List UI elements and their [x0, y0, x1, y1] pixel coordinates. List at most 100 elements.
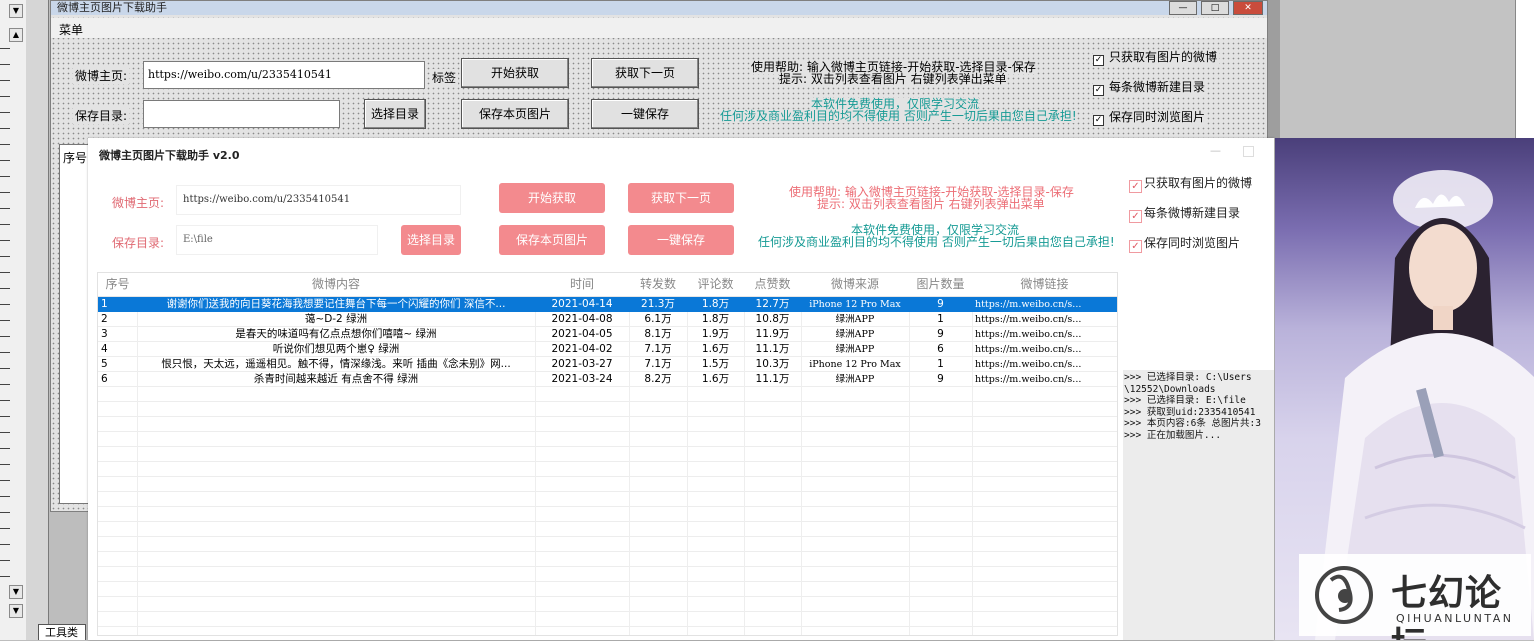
weibo-table[interactable]: 序号 微博内容 时间 转发数 评论数 点赞数 微博来源 图片数量 微博链接 1 谢谢你们送我的向日… [97, 272, 1118, 636]
old-tag-label: 标签 [430, 69, 459, 86]
log-output: >>> 已选择目录: C:\Users \12552\Downloads >>> 已… [1123, 370, 1274, 640]
table-cell: 6.1万 [644, 313, 672, 325]
check-icon: ✓ [1093, 55, 1104, 66]
checkbox-browse-while-saving[interactable]: ✓ 保存同时浏览图片 [1129, 236, 1240, 253]
ruler-tick [0, 48, 10, 49]
table-cell: 7.1万 [644, 343, 672, 355]
old-save-dir-input[interactable] [143, 100, 340, 128]
column-header[interactable]: 微博来源 [801, 273, 909, 296]
table-row[interactable]: 5 恨只恨，天太远，遥遥相见。触不得，情深缘浅。来听 插曲《念未别》网... 202… [98, 357, 1117, 372]
cb1-label: 只获取有图片的微博 [1144, 176, 1253, 190]
column-header[interactable]: 图片数量 [909, 273, 972, 296]
save-page-images-button[interactable]: 保存本页图片 [499, 225, 605, 255]
old-list-header: 序号 [63, 151, 88, 165]
column-header[interactable]: 点赞数 [744, 273, 801, 296]
home-label: 微博主页: [112, 196, 165, 210]
old-start-button[interactable]: 开始获取 [461, 58, 569, 88]
table-row[interactable]: 2 蔼~D-2 绿洲 2021-04-08 6.1万 1.8万 10.8万 绿洲APP 1 ht… [98, 312, 1117, 327]
old-select-dir-button[interactable]: 选择目录 [364, 99, 426, 129]
left-ruler-panel: ▼ ▲ ▼ ▼ [0, 0, 27, 640]
window-title: 微博主页图片下载助手 v2.0 [99, 149, 240, 162]
ruler-tick [0, 160, 10, 161]
log-line: >>> 本页内容:6条 总图片共:3 [1124, 418, 1261, 429]
table-row[interactable]: 1 谢谢你们送我的向日葵花海我想要记住舞台下每一个闪耀的你们 深信不... 2021… [98, 297, 1117, 312]
dropdown-arrow-icon-bottom[interactable]: ▼ [9, 604, 23, 618]
menu-item[interactable]: 菜单 [59, 21, 83, 38]
table-cell: 12.7万 [755, 298, 790, 310]
old-checkbox-images-only[interactable]: ✓ 只获取有图片的微博 [1093, 50, 1220, 66]
column-header[interactable]: 序号 [98, 273, 137, 296]
column-header[interactable]: 转发数 [629, 273, 687, 296]
old-checkbox-browse[interactable]: ✓ 保存同时浏览图片 [1093, 110, 1208, 126]
table-cell: 1.8万 [701, 313, 730, 325]
tab-tools[interactable]: 工具类 [38, 624, 86, 640]
checkbox-images-only[interactable]: ✓ 只获取有图片的微博 [1129, 176, 1252, 193]
table-row[interactable]: 4 听说你们想见两个崽♀ 绿洲 2021-04-02 7.1万 1.6万 11.1万 绿洲A… [98, 342, 1117, 357]
table-cell: 杀青时间越来越近 有点舍不得 绿洲 [253, 373, 419, 385]
select-dir-button[interactable]: 选择目录 [401, 225, 461, 255]
table-cell: 9 [937, 328, 944, 340]
table-cell: 1 [937, 358, 944, 370]
scroll-up-icon[interactable]: ▲ [9, 28, 23, 42]
old-save-page-button[interactable]: 保存本页图片 [461, 99, 569, 129]
old-cb1-label: 只获取有图片的微博 [1109, 50, 1218, 64]
maximize-icon[interactable]: □ [1201, 1, 1229, 15]
watermark-sub-text: QIHUANLUNTAN [1396, 612, 1514, 625]
ruler-tick [0, 240, 10, 241]
table-cell: 蔼~D-2 绿洲 [304, 313, 368, 325]
table-cell: 2021-04-08 [551, 313, 613, 325]
ruler-tick [0, 480, 10, 481]
table-cell: 是春天的味道吗有亿点点想你们嘻嘻~ 绿洲 [235, 328, 437, 340]
save-dir-input[interactable]: E:\file [176, 225, 378, 255]
old-home-input[interactable]: https://weibo.com/u/2335410541 [143, 61, 425, 89]
log-line: \12552\Downloads [1124, 383, 1216, 395]
table-header: 序号 微博内容 时间 转发数 评论数 点赞数 微博来源 图片数量 微博链接 [98, 273, 1117, 297]
ruler-tick [0, 192, 10, 193]
table-row[interactable]: 3 是春天的味道吗有亿点点想你们嘻嘻~ 绿洲 2021-04-05 8.1万 1.9万 1… [98, 327, 1117, 342]
start-fetch-button[interactable]: 开始获取 [499, 183, 605, 213]
old-checkbox-new-folder[interactable]: ✓ 每条微博新建目录 [1093, 80, 1208, 96]
column-header[interactable]: 时间 [535, 273, 629, 296]
ruler-tick [0, 64, 10, 65]
minimize-icon[interactable]: — [1169, 1, 1197, 15]
table-cell: 1 [101, 298, 108, 310]
table-cell: https://m.weibo.cn/s... [975, 329, 1082, 340]
table-cell: 2021-04-14 [551, 298, 613, 310]
home-url-input[interactable]: https://weibo.com/u/2335410541 [176, 185, 461, 215]
maximize-icon[interactable] [1243, 146, 1254, 157]
column-header[interactable]: 评论数 [687, 273, 744, 296]
checkbox-new-folder-per-post[interactable]: ✓ 每条微博新建目录 [1129, 206, 1240, 223]
next-page-button[interactable]: 获取下一页 [628, 183, 734, 213]
ruler-tick [0, 224, 10, 225]
table-cell: 6 [937, 343, 944, 355]
ruler-tick [0, 288, 10, 289]
table-cell: https://m.weibo.cn/s... [975, 344, 1082, 355]
old-notice-line2: 任何涉及商业盈利目的均不得使用 否则产生一切后果由您自己承担! [720, 109, 1077, 123]
new-app-window: 微博主页图片下载助手 v2.0 — 微博主页: https://weibo.co… [88, 138, 1274, 640]
ruler-tick [0, 336, 10, 337]
column-header[interactable]: 微博链接 [972, 273, 1117, 296]
dropdown-arrow-icon[interactable]: ▼ [9, 4, 23, 18]
close-icon[interactable]: ✕ [1233, 1, 1263, 15]
table-row[interactable]: 6 杀青时间越来越近 有点舍不得 绿洲 2021-03-24 8.2万 1.6万 11.1… [98, 372, 1117, 387]
ruler-tick [0, 448, 10, 449]
ruler-tick [0, 576, 10, 577]
scroll-down-icon[interactable]: ▼ [9, 585, 23, 599]
ruler-tick [0, 496, 10, 497]
watermark-logo: 七幻论坛 QIHUANLUNTAN [1299, 554, 1531, 640]
ruler-tick [0, 96, 10, 97]
minimize-icon[interactable]: — [1210, 145, 1221, 156]
right-divider [1268, 0, 1280, 138]
left-gray-panel [26, 0, 49, 640]
column-header[interactable]: 微博内容 [137, 273, 535, 296]
ruler-tick [0, 560, 10, 561]
table-cell: 5 [101, 358, 108, 370]
old-save-dir-label: 保存目录: [73, 107, 130, 124]
ruler-tick [0, 112, 10, 113]
old-next-page-button[interactable]: 获取下一页 [591, 58, 699, 88]
one-key-save-button[interactable]: 一键保存 [628, 225, 734, 255]
table-cell: 绿洲APP [835, 374, 875, 385]
right-gray-area [1280, 0, 1515, 138]
old-one-key-save-button[interactable]: 一键保存 [591, 99, 699, 129]
ruler-tick [0, 384, 10, 385]
